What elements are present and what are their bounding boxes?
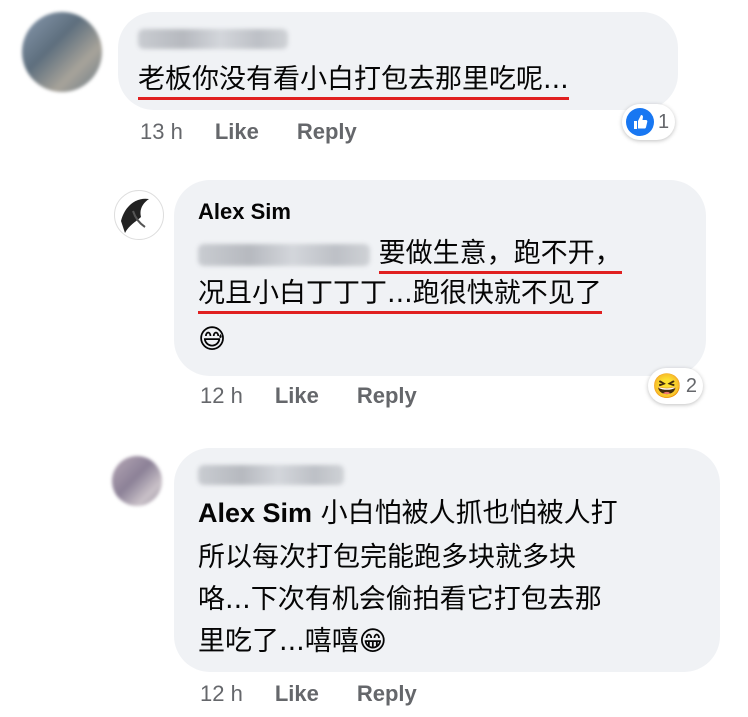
author-name[interactable]: Alex Sim — [198, 198, 291, 226]
like-button[interactable]: Like — [275, 383, 319, 408]
timestamp[interactable]: 12 h — [200, 383, 243, 408]
mention-redacted[interactable] — [198, 243, 370, 266]
emoji-sweat-smile-icon: 😅 — [198, 324, 227, 355]
comment-text: 况且小白丁丁丁...跑很快就不见了 — [198, 272, 602, 316]
comment-text: 咯...下次有机会偷拍看它打包去那 — [198, 584, 602, 615]
haha-icon: 😆 — [652, 372, 682, 400]
comment-meta: 12 h Like Reply — [200, 383, 455, 409]
comment-bubble: Alex Sim 小白怕被人抓也怕被人打 所以每次打包完能跑多块就多块 咯...… — [174, 448, 720, 672]
comment-text: 所以每次打包完能跑多块就多块 — [198, 542, 576, 573]
comment-text: 里吃了...嘻嘻😁 — [198, 626, 387, 657]
comment-text: 老板你没有看小白打包去那里吃呢... — [138, 58, 569, 102]
comment-text: Alex Sim 小白怕被人抓也怕被人打 — [198, 498, 618, 529]
like-button[interactable]: Like — [215, 119, 259, 144]
author-name-redacted[interactable] — [198, 464, 344, 485]
comment-bubble: Alex Sim 要做生意，跑不开， 况且小白丁丁丁...跑很快就不见了 😅 — [174, 180, 706, 376]
reaction-count[interactable]: 😆 2 — [648, 368, 704, 404]
comment-meta: 12 h Like Reply — [200, 681, 455, 707]
comment-bubble: 老板你没有看小白打包去那里吃呢... — [118, 12, 678, 110]
like-button[interactable]: Like — [275, 681, 319, 706]
reply-button[interactable]: Reply — [357, 681, 417, 706]
like-icon — [626, 108, 654, 136]
comment-meta: 13 h Like Reply — [140, 119, 395, 145]
avatar[interactable] — [22, 12, 102, 92]
comment-text: 要做生意，跑不开， — [198, 232, 622, 276]
reply-button[interactable]: Reply — [297, 119, 357, 144]
mention-link[interactable]: Alex Sim — [198, 498, 312, 528]
timestamp[interactable]: 13 h — [140, 119, 183, 144]
emoji-grin-icon: 😁 — [358, 626, 387, 657]
author-name-redacted[interactable] — [138, 28, 288, 49]
avatar[interactable] — [114, 190, 164, 240]
timestamp[interactable]: 12 h — [200, 681, 243, 706]
reaction-count[interactable]: 1 — [622, 104, 676, 140]
reply-button[interactable]: Reply — [357, 383, 417, 408]
avatar[interactable] — [112, 456, 162, 506]
